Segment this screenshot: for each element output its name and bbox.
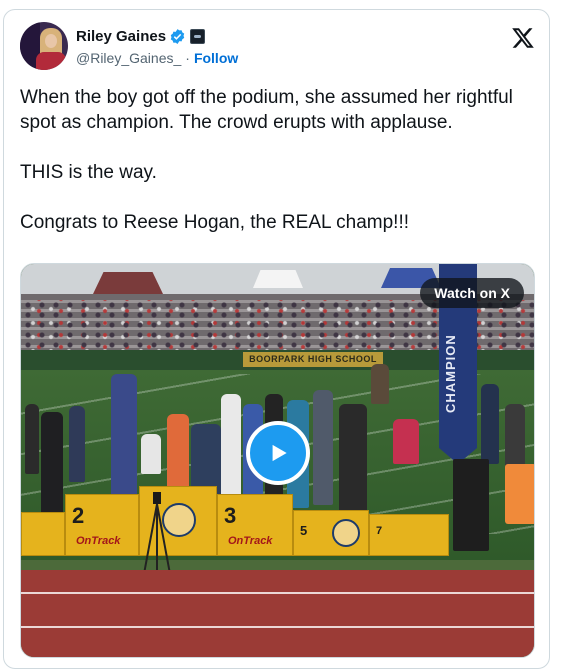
x-logo-icon[interactable] — [511, 26, 535, 50]
separator-dot: · — [185, 50, 190, 66]
author-info: Riley Gaines @Riley_Gaines_ · Follow — [76, 26, 238, 68]
affiliation-icon[interactable] — [190, 28, 206, 44]
podium-5: 5 — [293, 510, 369, 556]
watch-on-x-button[interactable]: Watch on X — [420, 278, 524, 308]
verified-badge-icon — [170, 28, 185, 44]
follow-button[interactable]: Follow — [194, 50, 238, 66]
tent — [93, 272, 163, 294]
podium-7: 7 — [369, 514, 449, 556]
tweet-header: Riley Gaines @Riley_Gaines_ · Follow — [20, 22, 535, 70]
equipment-box — [505, 464, 534, 524]
podium-edge — [21, 512, 65, 556]
podium-3: 3 OnTrack — [217, 494, 293, 556]
handle[interactable]: @Riley_Gaines_ — [76, 50, 181, 66]
speaker — [453, 459, 489, 551]
tent — [253, 270, 303, 288]
tweet-text: When the boy got off the podium, she ass… — [20, 87, 513, 233]
tweet-card[interactable]: Riley Gaines @Riley_Gaines_ · Follow Whe… — [3, 9, 550, 669]
avatar[interactable] — [20, 22, 68, 70]
podium-2: 2 OnTrack — [65, 494, 139, 556]
display-name[interactable]: Riley Gaines — [76, 28, 166, 45]
running-track — [21, 570, 534, 657]
play-icon — [272, 444, 287, 462]
video-player[interactable]: BOORPARK HIGH SCHOOL CHAMPION 2 OnTrack … — [20, 263, 535, 658]
play-button[interactable] — [246, 421, 310, 485]
